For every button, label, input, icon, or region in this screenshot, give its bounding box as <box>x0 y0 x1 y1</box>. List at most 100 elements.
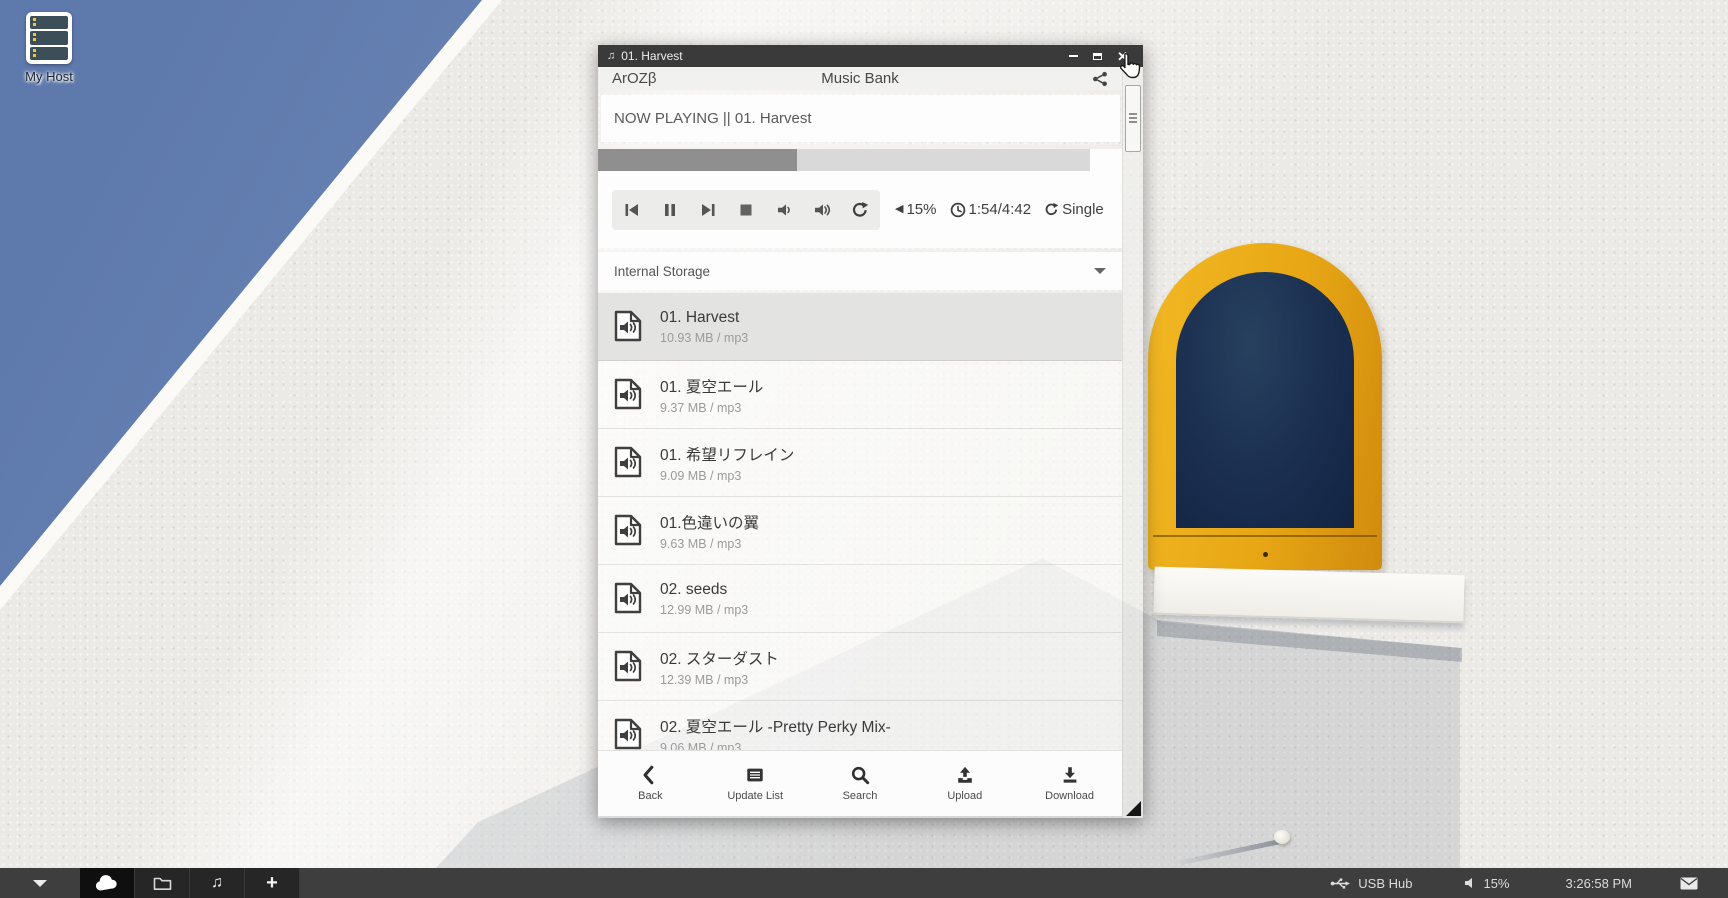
track-meta: 9.09 MB / mp3 <box>660 469 794 483</box>
plus-icon: + <box>266 873 278 893</box>
track-row[interactable]: 01. 夏空エール 9.37 MB / mp3 <box>598 361 1122 429</box>
taskbar-menu-button[interactable] <box>0 868 80 898</box>
cloud-icon <box>94 875 120 892</box>
search-icon <box>849 765 871 785</box>
playback-button-group <box>612 190 880 230</box>
audio-file-icon <box>614 310 644 344</box>
now-playing-text: NOW PLAYING || 01. Harvest <box>614 110 812 127</box>
taskbar-tile-files[interactable] <box>135 868 190 898</box>
resize-handle[interactable] <box>1126 801 1141 816</box>
wall-pipe <box>1274 830 1290 844</box>
volume-indicator: ◀15% <box>895 201 937 218</box>
track-row[interactable]: 01. 希望リフレイン 9.09 MB / mp3 <box>598 429 1122 497</box>
close-icon[interactable]: ✕ <box>1117 50 1128 63</box>
clock: 3:26:58 PM <box>1566 876 1633 891</box>
folder-icon <box>153 876 172 891</box>
track-title: 02. スターダスト <box>660 647 779 669</box>
track-row[interactable]: 01.色違いの翼 9.63 MB / mp3 <box>598 497 1122 565</box>
track-meta: 9.63 MB / mp3 <box>660 537 759 551</box>
audio-file-icon <box>614 446 644 480</box>
usb-icon <box>1330 877 1351 890</box>
audio-file-icon <box>614 514 644 548</box>
repeat-icon <box>1044 202 1059 217</box>
pause-icon[interactable] <box>661 201 679 219</box>
storage-selector[interactable]: Internal Storage <box>598 252 1122 290</box>
clock-value: 3:26:58 PM <box>1566 876 1633 891</box>
envelope-icon <box>1680 877 1698 890</box>
download-icon <box>1059 765 1081 785</box>
usb-hub-status[interactable]: USB Hub <box>1330 876 1412 891</box>
search-button[interactable]: Search <box>808 751 913 816</box>
upload-button[interactable]: Upload <box>912 751 1017 816</box>
time-indicator: 1:54/4:42 <box>950 201 1032 218</box>
track-title: 02. 夏空エール -Pretty Perky Mix- <box>660 715 891 737</box>
desktop-icon-label: My Host <box>10 69 88 84</box>
previous-icon[interactable] <box>623 201 641 219</box>
progress-row <box>598 149 1122 171</box>
track-list: 01. Harvest 10.93 MB / mp3 01. 夏空エール 9.3… <box>598 293 1122 750</box>
server-icon <box>26 12 72 64</box>
next-icon[interactable] <box>699 201 717 219</box>
music-icon: ♫ <box>211 875 223 891</box>
window-title: 01. Harvest <box>621 49 1069 63</box>
progress-fill <box>598 149 797 171</box>
track-meta: 9.37 MB / mp3 <box>660 401 763 415</box>
stop-icon[interactable] <box>737 201 755 219</box>
scrollbar-track[interactable] <box>1122 67 1143 818</box>
arched-window-photo <box>1148 243 1382 570</box>
storage-selector-value: Internal Storage <box>614 264 710 279</box>
audio-file-icon <box>614 718 644 751</box>
back-button[interactable]: Back <box>598 751 703 816</box>
upload-icon <box>954 765 976 785</box>
track-title: 01. 夏空エール <box>660 375 763 397</box>
taskbar-tile-cloud[interactable] <box>80 868 135 898</box>
track-meta: 10.93 MB / mp3 <box>660 331 748 345</box>
track-title: 01. 希望リフレイン <box>660 443 794 465</box>
speaker-icon: ◀ <box>895 204 903 215</box>
track-row[interactable]: 02. seeds 12.99 MB / mp3 <box>598 565 1122 633</box>
update-list-icon <box>744 765 766 785</box>
share-icon[interactable] <box>1092 71 1108 87</box>
time-value: 1:54/4:42 <box>969 201 1032 218</box>
music-player-window: ♫ 01. Harvest ✕ ArOZβ Music Bank <box>598 45 1143 818</box>
update-list-button[interactable]: Update List <box>703 751 808 816</box>
back-icon <box>639 765 661 785</box>
play-mode-value: Single <box>1062 201 1104 218</box>
messages-button[interactable] <box>1680 877 1698 890</box>
brand-label: ArOZβ <box>612 70 656 87</box>
music-note-icon: ♫ <box>607 51 615 62</box>
track-title: 02. seeds <box>660 581 748 599</box>
system-volume-value: 15% <box>1483 876 1509 891</box>
usb-hub-label: USB Hub <box>1358 876 1412 891</box>
taskbar-tile-add[interactable]: + <box>245 868 300 898</box>
track-row[interactable]: 01. Harvest 10.93 MB / mp3 <box>598 293 1122 361</box>
chevron-down-icon <box>1094 268 1106 274</box>
bottom-toolbar: Back Update List Search Upload Download <box>598 750 1122 816</box>
seek-bar[interactable] <box>598 149 1090 171</box>
volume-down-icon[interactable] <box>775 201 793 219</box>
volume-value: 15% <box>906 201 936 218</box>
scrollbar-grip <box>1129 117 1137 119</box>
window-titlebar[interactable]: ♫ 01. Harvest ✕ <box>598 45 1143 67</box>
track-row[interactable]: 02. 夏空エール -Pretty Perky Mix- 9.06 MB / m… <box>598 701 1122 750</box>
app-header: ArOZβ Music Bank <box>598 67 1122 90</box>
volume-up-icon[interactable] <box>813 201 831 219</box>
speaker-icon <box>1464 877 1476 889</box>
download-button[interactable]: Download <box>1017 751 1122 816</box>
minimize-icon[interactable] <box>1069 55 1078 57</box>
window-ledge <box>1153 567 1464 624</box>
repeat-icon[interactable] <box>851 201 869 219</box>
play-mode-toggle[interactable]: Single <box>1044 201 1104 218</box>
now-playing-banner: NOW PLAYING || 01. Harvest <box>601 95 1120 142</box>
taskbar: ♫ + USB Hub 15% 3:26:58 PM <box>0 868 1728 898</box>
track-title: 01. Harvest <box>660 309 748 327</box>
window-glass <box>1176 272 1354 528</box>
player-controls: ◀15% 1:54/4:42 Single <box>598 171 1122 248</box>
maximize-icon[interactable] <box>1093 53 1102 60</box>
track-row[interactable]: 02. スターダスト 12.39 MB / mp3 <box>598 633 1122 701</box>
scrollbar-thumb[interactable] <box>1125 85 1141 152</box>
system-volume-status[interactable]: 15% <box>1464 876 1509 891</box>
track-title: 01.色違いの翼 <box>660 511 759 533</box>
taskbar-tile-music[interactable]: ♫ <box>190 868 245 898</box>
desktop-icon-my-host[interactable]: My Host <box>10 12 88 84</box>
